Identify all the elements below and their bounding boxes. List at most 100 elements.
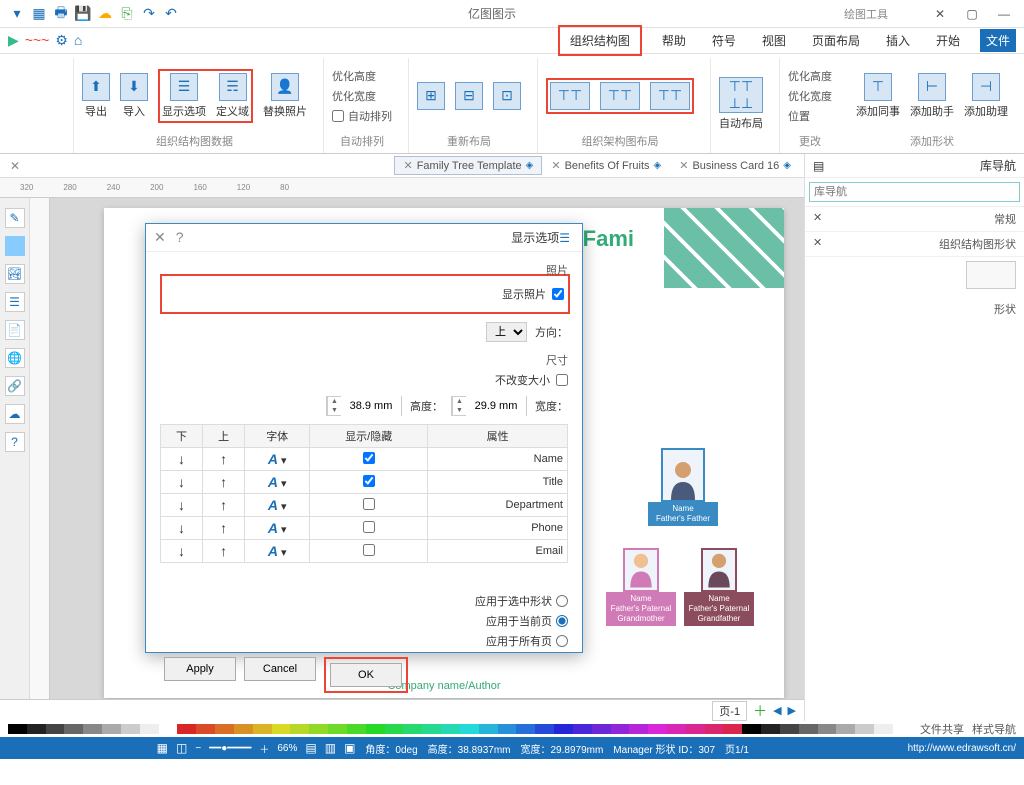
btn-export[interactable]: ⬆导出	[82, 73, 110, 119]
keep-size-checkbox[interactable]	[556, 374, 568, 386]
btn-define-fields[interactable]: ☴定义域	[216, 73, 249, 119]
height-input[interactable]	[341, 396, 401, 416]
layout-icon-2[interactable]: ▥	[325, 741, 336, 755]
category-label[interactable]: 常规	[994, 211, 1016, 227]
tool-link[interactable]: 🔗	[5, 376, 25, 396]
zoom-out[interactable]: −	[195, 743, 201, 754]
tab-help[interactable]: 帮助	[656, 29, 692, 52]
btn-add-assist1[interactable]: ⊢添加助手	[910, 73, 954, 119]
cloud-icon[interactable]: ☁	[96, 5, 114, 23]
show-checkbox[interactable]	[363, 544, 375, 556]
share-label[interactable]: 文件共享	[920, 721, 964, 737]
gear-icon[interactable]: ⚙	[55, 32, 68, 49]
width-input[interactable]	[466, 396, 526, 416]
tool-library[interactable]: 📄	[5, 320, 25, 340]
shape-thumbnail[interactable]	[966, 261, 1016, 289]
style-label[interactable]: 样式导航	[972, 721, 1016, 737]
page-nav-next[interactable]: ▶	[788, 704, 796, 717]
font-icon[interactable]: A	[268, 474, 278, 490]
close-icon[interactable]: ✕	[813, 236, 822, 252]
tool-image[interactable]: 🏞	[5, 264, 25, 284]
move-up-icon[interactable]: ↑	[203, 448, 245, 471]
home-icon[interactable]: ⌂	[74, 32, 82, 49]
close-icon[interactable]: ✕	[813, 211, 822, 227]
btn-relayout-1[interactable]: ⊞	[417, 82, 445, 110]
save-icon[interactable]: 💾	[74, 5, 92, 23]
doctab-benefits[interactable]: ✕Benefits Of Fruits◈	[542, 156, 670, 175]
panel-close-icon[interactable]: ▤	[813, 159, 824, 173]
btn-relayout-3[interactable]: ⊡	[493, 82, 521, 110]
btn-display-options[interactable]: ☰显示选项	[162, 73, 206, 119]
view-icon[interactable]: ◫	[176, 741, 187, 755]
ok-button[interactable]: OK	[330, 663, 402, 687]
tool-help[interactable]: ?	[5, 432, 25, 452]
orgnode-gf[interactable]: NameFather's Paternal Grandfather	[684, 548, 754, 626]
show-checkbox[interactable]	[363, 452, 375, 464]
tab-orgchart[interactable]: 组织结构图	[564, 29, 636, 52]
dialog-close-icon[interactable]: ✕	[154, 229, 166, 246]
close-button[interactable]: ✕	[928, 4, 952, 24]
move-down-icon[interactable]: ↓	[161, 471, 203, 494]
library-search-input[interactable]	[809, 182, 1020, 202]
close-icon[interactable]: ✕	[403, 159, 412, 172]
show-checkbox[interactable]	[363, 521, 375, 533]
btn-auto-layout[interactable]: ⊤⊤⊥⊥自动布局	[719, 77, 763, 131]
orgnode-top[interactable]: NameFather's Father	[648, 448, 718, 526]
tab-insert[interactable]: 插入	[880, 29, 916, 52]
page-nav-prev[interactable]: ◀	[773, 704, 781, 717]
color-swatches[interactable]	[8, 724, 912, 734]
tool-rect[interactable]	[5, 236, 25, 256]
close-icon[interactable]: ✕	[551, 159, 560, 172]
tool-cloud[interactable]: ☁	[5, 404, 25, 424]
tab-file[interactable]: 文件	[980, 29, 1016, 52]
btn-relayout-2[interactable]: ⊟	[455, 82, 483, 110]
autoarrange-checkbox[interactable]	[332, 110, 344, 122]
move-up-icon[interactable]: ↑	[203, 517, 245, 540]
layout-opt-1[interactable]: ⊤⊤	[550, 82, 590, 110]
show-checkbox[interactable]	[363, 498, 375, 510]
font-icon[interactable]: A	[268, 543, 278, 559]
pointer-icon[interactable]: ▶	[8, 32, 19, 49]
layout-opt-3[interactable]: ⊤⊤	[650, 82, 690, 110]
tab-symbols[interactable]: 符号	[706, 29, 742, 52]
apply-current-radio[interactable]	[556, 615, 568, 627]
zoom-in[interactable]: ＋	[259, 741, 269, 756]
close-icon[interactable]: ✕	[679, 159, 688, 172]
grid-icon[interactable]: ▦	[157, 741, 168, 755]
move-down-icon[interactable]: ↓	[161, 494, 203, 517]
move-down-icon[interactable]: ↓	[161, 517, 203, 540]
print-icon[interactable]: 🖶	[52, 5, 70, 23]
show-checkbox[interactable]	[363, 475, 375, 487]
apply-selected-radio[interactable]	[556, 595, 568, 607]
layout-opt-2[interactable]: ⊤⊤	[600, 82, 640, 110]
cancel-button[interactable]: Cancel	[244, 657, 316, 681]
add-page-icon[interactable]: ＋	[753, 701, 767, 721]
tab-start[interactable]: 开始	[930, 29, 966, 52]
move-up-icon[interactable]: ↑	[203, 494, 245, 517]
orgnode-gm[interactable]: NameFather's Paternal Grandmother	[606, 548, 676, 626]
doctab-family-tree[interactable]: ✕Family Tree Template◈	[394, 156, 542, 175]
doctab-business-card[interactable]: ✕Business Card 16◈	[670, 156, 800, 175]
apply-button[interactable]: Apply	[164, 657, 236, 681]
tool-globe[interactable]: 🌐	[5, 348, 25, 368]
tab-layout[interactable]: 页面布局	[806, 29, 866, 52]
undo-icon[interactable]: ↶	[162, 5, 180, 23]
tool-text[interactable]: ☰	[5, 292, 25, 312]
font-icon[interactable]: A	[268, 451, 278, 467]
redo-icon[interactable]: ↷	[140, 5, 158, 23]
category-label[interactable]: 组织结构图形状	[939, 236, 1016, 252]
maximize-button[interactable]: ▢	[960, 4, 984, 24]
apply-all-radio[interactable]	[556, 635, 568, 647]
move-up-icon[interactable]: ↑	[203, 471, 245, 494]
move-up-icon[interactable]: ↑	[203, 540, 245, 563]
move-down-icon[interactable]: ↓	[161, 448, 203, 471]
new-icon[interactable]: ▦	[30, 5, 48, 23]
show-photo-checkbox[interactable]	[552, 288, 564, 300]
menu-dropdown-icon[interactable]: ▾	[8, 5, 26, 23]
minimize-button[interactable]: —	[992, 4, 1016, 24]
layout-icon-1[interactable]: ▤	[305, 741, 316, 755]
tab-view[interactable]: 视图	[756, 29, 792, 52]
btn-import[interactable]: ⬇导入	[120, 73, 148, 119]
font-icon[interactable]: A	[268, 497, 278, 513]
btn-add-assist2[interactable]: ⊣添加助理	[964, 73, 1008, 119]
